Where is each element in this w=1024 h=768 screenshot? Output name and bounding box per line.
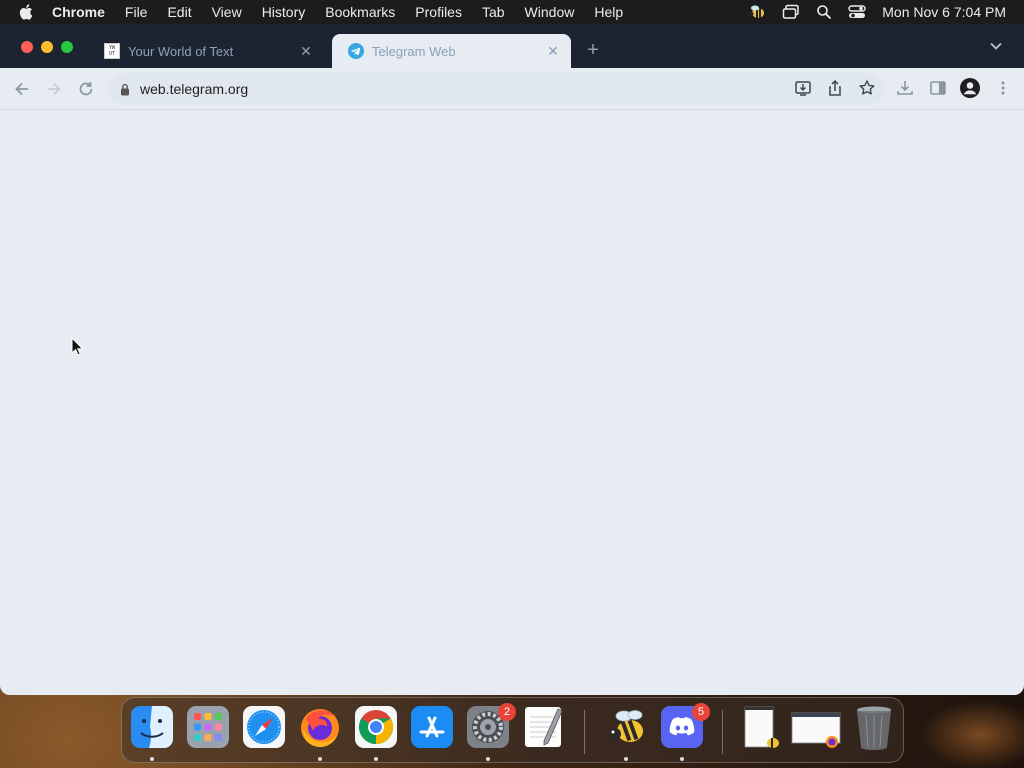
menu-tab[interactable]: Tab bbox=[482, 4, 505, 20]
menu-file[interactable]: File bbox=[125, 4, 148, 20]
menu-app-name[interactable]: Chrome bbox=[52, 4, 105, 20]
forward-arrow-icon[interactable] bbox=[44, 79, 64, 99]
firefox-icon bbox=[301, 709, 339, 747]
downloads-icon[interactable] bbox=[896, 79, 914, 97]
window-zoom-button[interactable] bbox=[61, 41, 73, 53]
mouse-cursor-icon bbox=[71, 337, 83, 356]
running-indicator bbox=[624, 757, 628, 761]
textedit-icon bbox=[525, 707, 563, 747]
tab-close-icon[interactable]: ✕ bbox=[298, 43, 314, 59]
window-close-button[interactable] bbox=[21, 41, 33, 53]
menu-window[interactable]: Window bbox=[525, 4, 575, 20]
dock-minimized-window[interactable] bbox=[790, 705, 844, 749]
spotlight-search-icon[interactable] bbox=[816, 4, 832, 20]
trash-icon bbox=[857, 706, 891, 750]
tab-close-icon[interactable]: ✕ bbox=[545, 43, 561, 59]
new-tab-button[interactable]: + bbox=[583, 40, 603, 60]
menu-clock[interactable]: Mon Nov 6 7:04 PM bbox=[882, 4, 1006, 20]
bookmark-star-icon[interactable] bbox=[858, 79, 876, 97]
menu-bookmarks[interactable]: Bookmarks bbox=[325, 4, 395, 20]
tab-title: Your World of Text bbox=[128, 43, 234, 59]
more-menu-icon[interactable] bbox=[994, 79, 1012, 97]
control-center-icon[interactable] bbox=[848, 4, 866, 20]
finder-icon bbox=[131, 706, 173, 748]
menu-bar: Chrome File Edit View History Bookmarks … bbox=[0, 0, 1024, 24]
url-text[interactable]: web.telegram.org bbox=[140, 81, 248, 97]
install-app-icon[interactable] bbox=[794, 79, 812, 97]
app-store-icon bbox=[411, 706, 453, 748]
dock-separator bbox=[722, 710, 723, 754]
tab-your-world-of-text[interactable]: YW OT Your World of Text ✕ bbox=[88, 34, 324, 68]
window-minimize-button[interactable] bbox=[41, 41, 53, 53]
window-switcher-icon[interactable] bbox=[782, 4, 800, 20]
menu-help[interactable]: Help bbox=[594, 4, 623, 20]
your-world-of-text-favicon: YW OT bbox=[104, 43, 120, 59]
dock-minimized-window[interactable] bbox=[742, 705, 779, 749]
menu-view[interactable]: View bbox=[212, 4, 242, 20]
dock-textedit[interactable] bbox=[522, 705, 566, 749]
dock-safari[interactable] bbox=[242, 705, 286, 749]
launchpad-icon bbox=[187, 706, 229, 748]
dock-finder[interactable] bbox=[130, 705, 174, 749]
running-indicator bbox=[150, 757, 154, 761]
side-panel-icon[interactable] bbox=[929, 79, 947, 97]
dock-system-settings[interactable]: 2 bbox=[466, 703, 516, 749]
menu-history[interactable]: History bbox=[262, 4, 306, 20]
browser-toolbar: web.telegram.org bbox=[0, 68, 1024, 110]
notification-badge: 5 bbox=[692, 703, 710, 721]
dock-trash[interactable] bbox=[852, 705, 896, 750]
dock-firefox[interactable] bbox=[298, 705, 342, 749]
chrome-icon bbox=[355, 706, 397, 748]
notification-badge: 2 bbox=[498, 703, 516, 721]
tab-strip: YW OT Your World of Text ✕ Telegram Web ✕… bbox=[0, 24, 1024, 68]
dock-bee-app[interactable] bbox=[604, 705, 648, 749]
telegram-favicon bbox=[348, 43, 364, 59]
dock-discord[interactable]: 5 bbox=[660, 703, 710, 749]
running-indicator bbox=[486, 757, 490, 761]
tab-title: Telegram Web bbox=[372, 43, 456, 59]
menu-edit[interactable]: Edit bbox=[167, 4, 191, 20]
reload-icon[interactable] bbox=[76, 79, 96, 99]
page-content[interactable] bbox=[0, 111, 1024, 695]
back-arrow-icon[interactable] bbox=[12, 79, 32, 99]
profile-avatar-icon[interactable] bbox=[959, 77, 981, 99]
tab-search-chevron-icon[interactable] bbox=[990, 42, 1002, 50]
lock-icon[interactable] bbox=[120, 83, 130, 96]
menu-profiles[interactable]: Profiles bbox=[415, 4, 462, 20]
dock-app-store[interactable] bbox=[410, 705, 454, 749]
running-indicator bbox=[680, 757, 684, 761]
tab-telegram-web[interactable]: Telegram Web ✕ bbox=[332, 34, 571, 68]
dock-launchpad[interactable] bbox=[186, 705, 230, 749]
minimized-window-thumbnail-icon bbox=[791, 712, 841, 748]
share-icon[interactable] bbox=[826, 79, 844, 97]
minimized-window-thumbnail-icon bbox=[744, 706, 779, 748]
address-bar[interactable]: web.telegram.org bbox=[108, 73, 884, 105]
dock: 2 5 bbox=[121, 697, 904, 763]
dock-separator bbox=[584, 710, 585, 754]
apple-menu-icon[interactable] bbox=[18, 3, 36, 21]
bee-status-icon[interactable] bbox=[748, 4, 766, 20]
running-indicator bbox=[374, 757, 378, 761]
bee-app-icon bbox=[609, 710, 643, 742]
browser-window: YW OT Your World of Text ✕ Telegram Web ✕… bbox=[0, 24, 1024, 695]
dock-chrome[interactable] bbox=[354, 705, 398, 749]
safari-icon bbox=[243, 706, 285, 748]
running-indicator bbox=[318, 757, 322, 761]
